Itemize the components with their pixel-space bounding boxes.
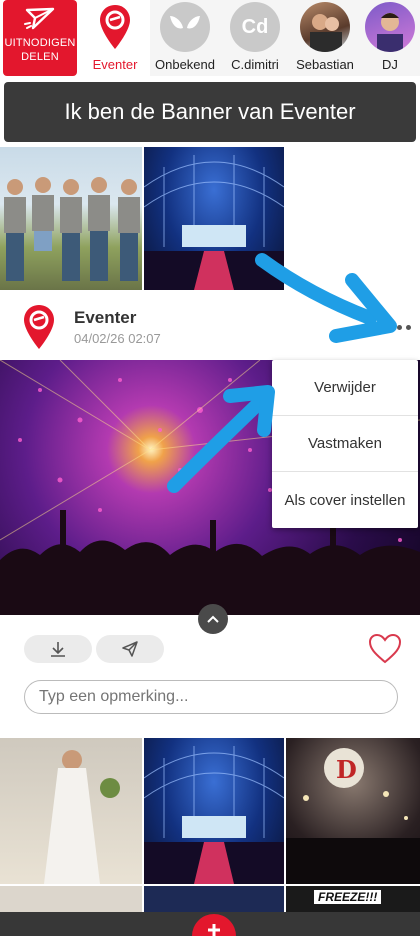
map-pin-icon <box>100 5 130 49</box>
participant-name: Sebastian <box>296 57 354 72</box>
avatar <box>90 2 140 52</box>
photo-bride[interactable] <box>0 738 142 884</box>
participant-eventer[interactable]: Eventer <box>80 0 150 76</box>
post-header <box>0 292 420 358</box>
venue-photo-illustration <box>144 155 284 290</box>
more-options-button[interactable] <box>383 318 415 336</box>
party-photo-illustration: D <box>286 748 420 884</box>
menu-item-pin[interactable]: Vastmaken <box>272 416 418 472</box>
collapse-button[interactable] <box>198 604 228 634</box>
avatar-initials: Cd <box>241 15 269 38</box>
venue-photo-illustration <box>144 746 284 884</box>
send-icon <box>122 641 138 657</box>
more-dots-icon <box>387 324 393 330</box>
invite-share-button[interactable]: UITNODIGEN DELEN <box>3 0 77 76</box>
photo-row-4-3[interactable]: FREEZE!!! <box>286 886 420 912</box>
avatar <box>300 2 350 52</box>
participant-dj[interactable]: DJ <box>360 0 420 76</box>
menu-item-delete[interactable]: Verwijder <box>272 360 418 416</box>
balloon-letter: D <box>336 755 357 784</box>
participant-onbekend[interactable]: Onbekend <box>150 0 220 76</box>
post-options-menu: Verwijder Vastmaken Als cover instellen <box>272 360 418 528</box>
dot <box>396 324 402 330</box>
participant-name: C.dimitri <box>231 57 279 72</box>
bottom-nav-icons <box>192 914 236 941</box>
bottom-navigation <box>0 912 420 941</box>
post-date: 04/02/26 02:07 <box>74 331 161 346</box>
invite-label: UITNODIGEN <box>4 37 76 49</box>
avatar: Cd <box>230 2 280 52</box>
comment-input[interactable] <box>24 680 398 714</box>
photo-party[interactable]: D <box>286 738 420 884</box>
share-button[interactable] <box>96 635 164 663</box>
avatar <box>160 2 210 52</box>
avatar <box>365 2 415 52</box>
person-photo <box>377 13 403 52</box>
chevron-up-icon <box>207 615 219 623</box>
group-photo-illustration <box>4 177 140 281</box>
participant-name: Onbekend <box>155 57 215 72</box>
participant-cdimitri[interactable]: Cd C.dimitri <box>220 0 290 76</box>
download-icon <box>51 642 65 657</box>
participant-sebastian[interactable]: Sebastian <box>290 0 360 76</box>
dot <box>405 324 411 330</box>
photo-row-4-2[interactable] <box>144 886 284 912</box>
photo-venue[interactable] <box>144 147 284 290</box>
download-button[interactable] <box>24 635 92 663</box>
participant-name: DJ <box>382 57 398 72</box>
photo-venue-2[interactable] <box>144 738 284 884</box>
menu-item-set-cover[interactable]: Als cover instellen <box>272 472 418 528</box>
photo-group[interactable] <box>0 147 142 290</box>
event-banner[interactable]: Ik ben de Banner van Eventer <box>4 82 416 142</box>
share-label: DELEN <box>21 51 59 63</box>
post-author: Eventer <box>74 308 137 327</box>
paper-plane-icon <box>24 7 55 30</box>
person-photo <box>310 14 342 52</box>
freeze-sign-text: FREEZE!!! <box>314 890 382 904</box>
participant-name: Eventer <box>92 57 138 72</box>
author-avatar-pin-icon <box>24 305 54 349</box>
photo-row-4-1[interactable] <box>0 886 142 912</box>
alien-icon <box>170 16 200 29</box>
heart-icon[interactable] <box>368 633 402 665</box>
bride-photo-illustration <box>44 750 120 884</box>
participants-bar: UITNODIGEN DELEN Eventer Onbekend Cd C.d… <box>0 0 420 78</box>
